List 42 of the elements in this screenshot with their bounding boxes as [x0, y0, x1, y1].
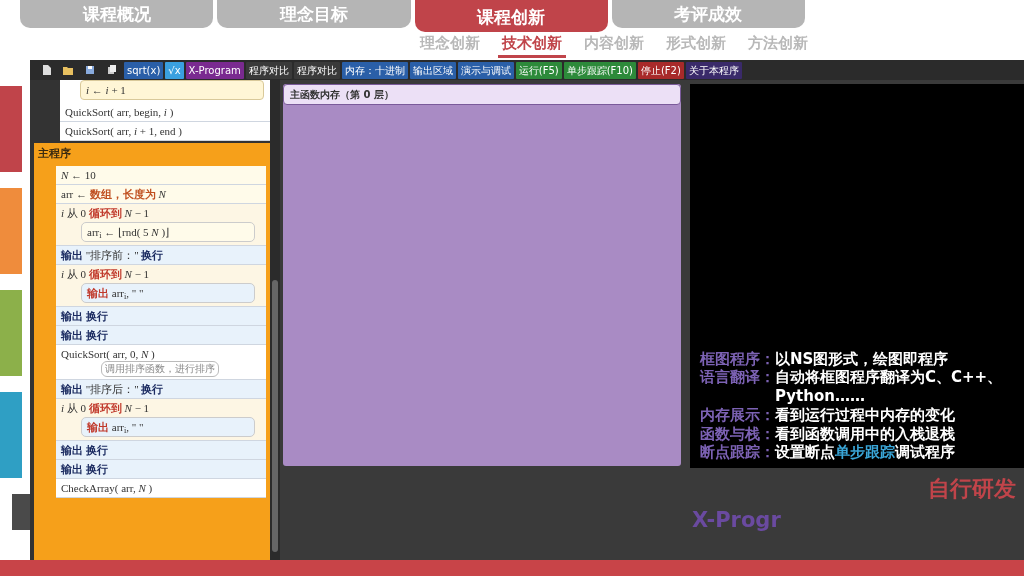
file-icon[interactable]: [40, 64, 52, 76]
feature-description: 看到运行过程中内存的变化: [775, 405, 955, 425]
function-call-row-text: QuickSort( arr, 0, N ): [61, 346, 156, 361]
scrollbar[interactable]: [270, 80, 280, 560]
memory-title: 主函数内存（第 0 层）: [283, 84, 681, 105]
toolbar-button[interactable]: 内存：十进制: [341, 61, 408, 79]
feature-description: 以NS图形式，绘图即程序: [775, 349, 949, 369]
toolbar-button[interactable]: 演示与调试: [457, 61, 514, 79]
feature-description: 设置断点单步跟踪调试程序: [775, 443, 955, 462]
product-name: X-Progr: [691, 507, 781, 532]
toolbar-button[interactable]: 单步跟踪(F10): [563, 61, 636, 79]
feature-term: 语言翻译：: [700, 368, 775, 389]
toolbar-button[interactable]: √x: [165, 61, 184, 79]
toolbar-button[interactable]: 程序对比: [293, 61, 340, 79]
comment-note: 调用排序函数，进行排序: [101, 360, 219, 377]
loop-body-row: 输出 arr$_{i}$, " ": [81, 416, 255, 437]
copy-icon[interactable]: [106, 64, 118, 76]
loop-row-text: i 从 0 循环到 N − 1: [61, 266, 151, 281]
loop-statement: i ← i + 1: [80, 80, 264, 100]
loop-row-text: i 从 0 循环到 N − 1: [61, 205, 151, 220]
toolbar-button[interactable]: 输出区域: [409, 61, 456, 79]
feature-term: 内存展示：: [700, 405, 775, 425]
loop-body-row: arr$_{i}$ ← ⌊rnd( 5 N )⌋: [81, 221, 255, 242]
feature-term: 框图程序：: [700, 349, 775, 369]
assignment-row: N ← 10: [56, 165, 266, 185]
toolbar-button[interactable]: sqrt(x): [124, 61, 164, 79]
loop-row-text: i 从 0 循环到 N − 1: [61, 400, 151, 415]
subsection-tab[interactable]: 技术创新: [498, 32, 566, 58]
feature-description: 自动将框图程序翻译为C、C++、Python……: [775, 368, 1004, 406]
toolbar-button[interactable]: 运行(F5): [515, 61, 562, 79]
toolbar-button[interactable]: 停止(F2): [637, 61, 684, 79]
block-title: 主程序: [37, 146, 72, 162]
feature-term: 函数与栈：: [700, 424, 775, 444]
feature-term: 断点跟踪：: [700, 443, 775, 462]
toolbar-button[interactable]: 程序对比: [245, 61, 292, 79]
toolbar-button[interactable]: 关于本程序: [685, 61, 742, 79]
toolbar-button[interactable]: X-Program: [185, 61, 244, 79]
feature-description: 看到函数调用中的入栈退栈: [775, 424, 955, 444]
loop-body-row: 输出 arr$_{i}$, " ": [81, 282, 255, 303]
tagline: 自行研发: [927, 475, 1017, 503]
section-tab[interactable]: 课程创新: [414, 0, 608, 32]
folder-icon[interactable]: [62, 64, 74, 76]
